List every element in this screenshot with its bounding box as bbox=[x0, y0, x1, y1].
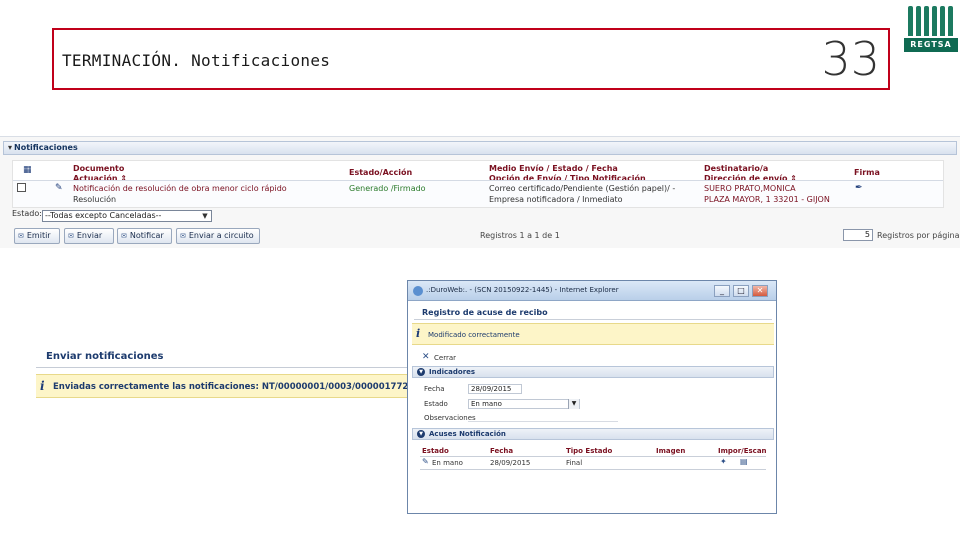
ack-row-tipo: Final bbox=[566, 459, 583, 467]
divider bbox=[420, 469, 766, 470]
notifications-panel-header[interactable]: ▾ Notificaciones bbox=[3, 141, 957, 155]
scan-icon[interactable]: ✦ bbox=[720, 457, 727, 466]
dialog-title: Registro de acuse de recibo bbox=[422, 308, 548, 317]
dialog-message: i Modificado correctamente bbox=[412, 323, 774, 345]
divider bbox=[420, 456, 766, 457]
edit-document-icon[interactable]: ✎ bbox=[55, 183, 65, 193]
row-direccion: PLAZA MAYOR, 1 33201 - GIJON bbox=[704, 195, 830, 204]
col-estado[interactable]: Estado/Acción bbox=[349, 168, 412, 178]
notifications-grid: ▦ Documento Actuación ⇕ Estado/Acción Me… bbox=[12, 160, 944, 208]
slide-number: 33 bbox=[821, 32, 880, 86]
observaciones-field[interactable] bbox=[468, 421, 618, 422]
notificar-button[interactable]: ✉ Notificar bbox=[117, 228, 172, 244]
row-estado: Generado /Firmado bbox=[349, 184, 426, 193]
close-icon[interactable]: ✕ bbox=[422, 352, 430, 362]
estado-filter-select[interactable]: --Todas excepto Canceladas-- ▼ bbox=[42, 210, 212, 222]
ack-col-fecha: Fecha bbox=[490, 447, 514, 455]
estado-label: Estado bbox=[424, 400, 448, 408]
chevron-down-icon: ▼ bbox=[202, 212, 208, 220]
collapse-icon: ▼ bbox=[417, 368, 425, 376]
mail-icon: ✉ bbox=[180, 232, 186, 240]
minimize-button[interactable]: _ bbox=[714, 285, 730, 297]
ack-col-tipo: Tipo Estado bbox=[566, 447, 613, 455]
ack-row-fecha: 28/09/2015 bbox=[490, 459, 531, 467]
dialog-message-text: Modificado correctamente bbox=[428, 331, 520, 339]
acuses-section-header[interactable]: ▼ Acuses Notificación bbox=[412, 428, 774, 440]
window-title: .:DuroWeb:. - (SCN 20150922-1445) - Inte… bbox=[426, 286, 619, 294]
estado-select[interactable]: En mano ▼ bbox=[468, 399, 580, 409]
ie-app-icon bbox=[413, 286, 423, 296]
ack-col-impor: Impor/Escan bbox=[718, 447, 767, 455]
success-message: i Enviadas correctamente las notificacio… bbox=[36, 374, 416, 398]
collapse-icon: ▼ bbox=[417, 430, 425, 438]
info-icon: i bbox=[416, 327, 421, 340]
chevron-down-icon: ▼ bbox=[568, 399, 579, 409]
fecha-label: Fecha bbox=[424, 385, 445, 393]
regtsa-logo: REGTSA bbox=[904, 2, 958, 52]
estado-filter-label: Estado: bbox=[12, 209, 42, 218]
per-page-label: Registros por página bbox=[877, 231, 960, 240]
maximize-button[interactable]: □ bbox=[733, 285, 749, 297]
enviar-panel-title: Enviar notificaciones bbox=[46, 351, 164, 362]
dialog-body: Registro de acuse de recibo i Modificado… bbox=[410, 302, 774, 512]
window-titlebar[interactable]: .:DuroWeb:. - (SCN 20150922-1445) - Inte… bbox=[408, 281, 776, 301]
collapse-arrow-icon[interactable]: ▾ bbox=[8, 143, 12, 152]
ack-col-estado: Estado bbox=[422, 447, 449, 455]
grid-settings-icon[interactable]: ▦ bbox=[23, 165, 33, 175]
col-firma: Firma bbox=[854, 168, 880, 177]
close-window-button[interactable]: ✕ bbox=[752, 285, 768, 297]
import-icon[interactable]: ▤ bbox=[740, 457, 748, 466]
enviar-circuito-button[interactable]: ✉ Enviar a circuito bbox=[176, 228, 260, 244]
sign-icon[interactable]: ✒ bbox=[855, 183, 865, 193]
divider bbox=[414, 319, 772, 320]
edit-icon[interactable]: ✎ bbox=[422, 457, 429, 466]
ack-col-imagen: Imagen bbox=[656, 447, 686, 455]
slide-title-box: TERMINACIÓN. Notificaciones 33 bbox=[52, 28, 890, 90]
ie-popup-window: .:DuroWeb:. - (SCN 20150922-1445) - Inte… bbox=[407, 280, 777, 514]
logo-text: REGTSA bbox=[904, 38, 958, 52]
slide-title: TERMINACIÓN. Notificaciones bbox=[62, 51, 331, 70]
success-message-text: Enviadas correctamente las notificacione… bbox=[53, 382, 409, 392]
row-opcion-envio: Empresa notificadora / Inmediato bbox=[489, 195, 623, 204]
per-page-input[interactable]: 5 bbox=[843, 229, 873, 241]
pagination-text: Registros 1 a 1 de 1 bbox=[480, 231, 560, 240]
fecha-input[interactable]: 28/09/2015 bbox=[468, 384, 522, 394]
enviar-notificaciones-panel: Enviar notificaciones i Enviadas correct… bbox=[36, 346, 416, 412]
row-documento[interactable]: Notificación de resolución de obra menor… bbox=[73, 183, 287, 194]
mail-icon: ✉ bbox=[18, 232, 24, 240]
row-destinatario: SUERO PRATO,MONICA bbox=[704, 184, 796, 193]
info-icon: i bbox=[40, 379, 45, 393]
enviar-button[interactable]: ✉ Enviar bbox=[64, 228, 114, 244]
row-medio-envio: Correo certificado/Pendiente (Gestión pa… bbox=[489, 184, 676, 193]
row-actuacion: Resolución bbox=[73, 195, 117, 204]
divider bbox=[36, 367, 416, 368]
mail-icon: ✉ bbox=[68, 232, 74, 240]
indicadores-section-header[interactable]: ▼ Indicadores bbox=[412, 366, 774, 378]
notifications-panel-title: Notificaciones bbox=[14, 143, 78, 152]
mail-icon: ✉ bbox=[121, 232, 127, 240]
logo-graphic bbox=[908, 6, 954, 36]
emitir-button[interactable]: ✉ Emitir bbox=[14, 228, 60, 244]
close-link[interactable]: Cerrar bbox=[434, 354, 456, 362]
row-checkbox[interactable] bbox=[17, 183, 26, 192]
ack-row-estado: En mano bbox=[432, 459, 463, 467]
